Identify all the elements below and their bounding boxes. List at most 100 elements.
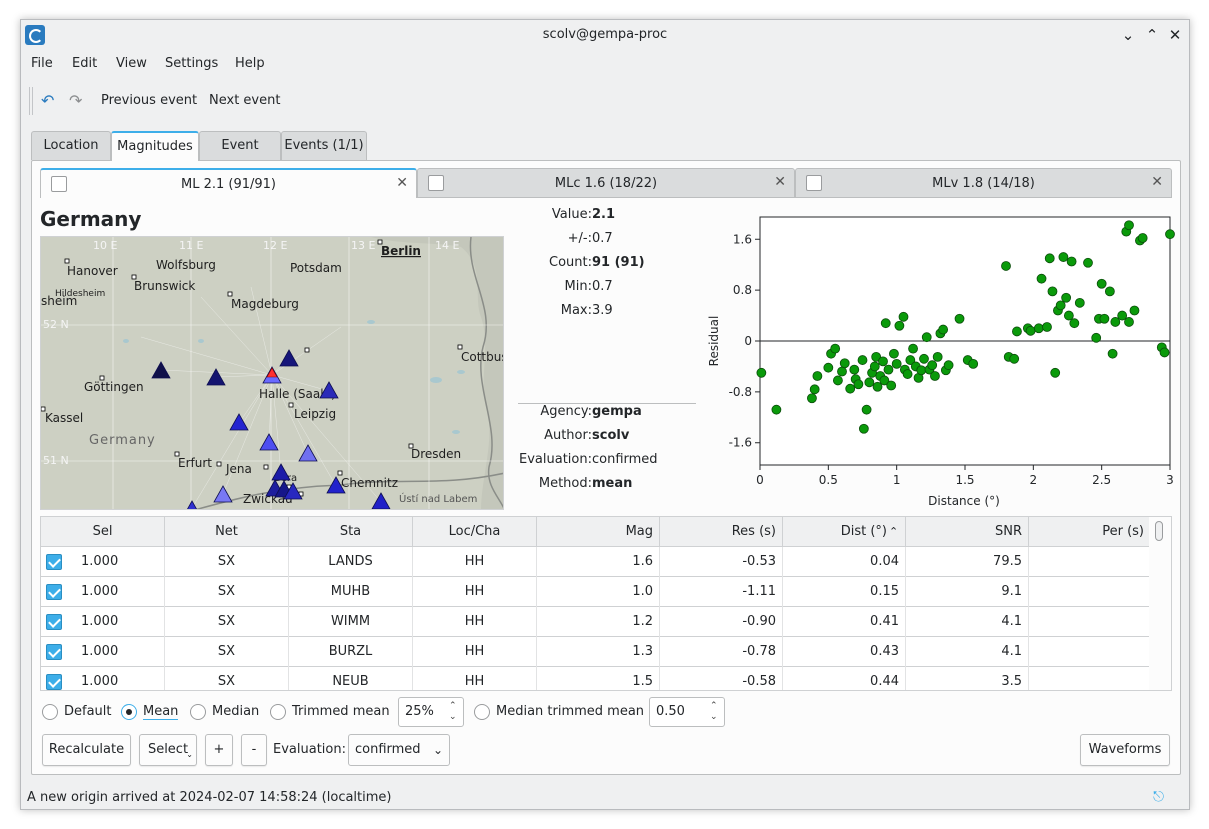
residual-point[interactable] (1042, 322, 1052, 332)
residual-point[interactable] (943, 360, 954, 371)
spin-up-icon[interactable]: ⌃ (710, 702, 720, 711)
col-net[interactable]: Net (165, 517, 289, 547)
residual-point[interactable] (1047, 286, 1058, 297)
residual-point[interactable] (1124, 317, 1134, 327)
residual-point[interactable] (849, 364, 860, 375)
residual-point[interactable] (1033, 323, 1044, 334)
col-res[interactable]: Res (s) (660, 517, 783, 547)
tab-mlv[interactable]: MLv 1.8 (14/18) ✕ (795, 168, 1172, 198)
residual-point[interactable] (883, 364, 894, 375)
radio-median-label[interactable]: Median (212, 704, 259, 719)
add-button[interactable]: + (205, 734, 233, 766)
trimmed-percent-spinbox[interactable]: 25% ⌃ ⌄ (398, 697, 464, 727)
residual-point[interactable] (894, 320, 905, 331)
residual-point[interactable] (1061, 292, 1072, 303)
residual-point[interactable] (919, 353, 929, 364)
residual-point[interactable] (880, 318, 891, 329)
residual-point[interactable] (771, 404, 782, 415)
residual-point[interactable] (891, 358, 902, 369)
residual-point[interactable] (921, 332, 932, 343)
table-row[interactable]: 1.000 SX BURZL HH 1.3 -0.78 0.43 4.1 (41, 637, 1151, 667)
cell-sel[interactable]: 1.000 (41, 667, 165, 690)
previous-event-button[interactable]: Previous event (101, 93, 197, 108)
residual-point[interactable] (1104, 286, 1115, 297)
radio-mean[interactable] (121, 704, 137, 720)
residual-point[interactable] (1009, 353, 1020, 364)
residual-point[interactable] (1044, 253, 1055, 264)
radio-default-label[interactable]: Default (64, 704, 112, 719)
tab-event[interactable]: Event (199, 131, 281, 160)
row-checkbox[interactable] (46, 584, 62, 600)
table-row[interactable]: 1.000 SX LANDS HH 1.6 -0.53 0.04 79.5 (41, 547, 1151, 577)
recalculate-button[interactable]: Recalculate (42, 734, 131, 766)
residual-point[interactable] (878, 356, 888, 367)
residual-point[interactable] (864, 377, 875, 388)
residual-point[interactable] (1124, 220, 1134, 231)
residual-point[interactable] (1129, 305, 1140, 316)
maximize-icon[interactable]: ⌃ (1141, 24, 1163, 46)
spin-down-icon[interactable]: ⌄ (710, 713, 720, 722)
radio-trimmed-mean[interactable] (270, 704, 286, 720)
spin-down-icon[interactable]: ⌄ (449, 713, 459, 722)
table-row[interactable]: 1.000 SX MUHB HH 1.0 -1.11 0.15 9.1 (41, 577, 1151, 607)
spin-up-icon[interactable]: ⌃ (449, 702, 459, 711)
cell-sel[interactable]: 1.000 (41, 547, 165, 577)
radio-mean-label[interactable]: Mean (143, 704, 179, 720)
residual-point[interactable] (869, 361, 880, 372)
residual-point[interactable] (1036, 273, 1047, 284)
table-scrollbar-thumb[interactable] (1155, 521, 1163, 541)
cell-sel[interactable]: 1.000 (41, 577, 165, 607)
cell-sel[interactable]: 1.000 (41, 637, 165, 667)
residual-point[interactable] (1063, 310, 1074, 321)
residual-point[interactable] (1069, 318, 1080, 329)
close-tab-mlv-icon[interactable]: ✕ (1151, 174, 1163, 190)
radio-median-trimmed-mean[interactable] (474, 704, 490, 720)
residual-point[interactable] (886, 380, 897, 391)
residual-point[interactable] (756, 367, 767, 378)
close-window-icon[interactable]: ✕ (1164, 24, 1186, 46)
tab-magnitudes[interactable]: Magnitudes (111, 131, 199, 161)
residual-point[interactable] (853, 379, 864, 390)
residual-point[interactable] (1058, 252, 1069, 262)
median-trimmed-spinbox[interactable]: 0.50 ⌃ ⌄ (649, 697, 725, 727)
residual-point[interactable] (839, 358, 850, 369)
evaluation-select[interactable]: confirmed ⌄ (348, 734, 450, 766)
residual-point[interactable] (1091, 332, 1102, 343)
col-dist[interactable]: Dist (°) (783, 517, 906, 547)
residual-point[interactable] (837, 366, 847, 377)
tab-mlc-checkbox[interactable] (428, 175, 444, 191)
row-checkbox[interactable] (46, 674, 62, 690)
residual-point[interactable] (832, 375, 843, 386)
toolbar-grip[interactable] (29, 87, 33, 115)
radio-trimmed-mean-label[interactable]: Trimmed mean (292, 704, 390, 719)
previous-arrow-icon[interactable]: ↶ (41, 93, 61, 109)
col-snr[interactable]: SNR (906, 517, 1029, 547)
residual-point[interactable] (954, 313, 965, 324)
residual-point[interactable] (1137, 233, 1148, 243)
tab-mlc[interactable]: MLc 1.6 (18/22) ✕ (417, 168, 795, 198)
residual-point[interactable] (1159, 347, 1170, 358)
residual-point[interactable] (1107, 348, 1118, 359)
residual-point[interactable] (968, 358, 979, 369)
residual-point[interactable] (830, 343, 841, 354)
residual-point[interactable] (902, 369, 913, 379)
residual-point[interactable] (861, 404, 872, 415)
residual-point[interactable] (916, 365, 927, 376)
residual-plot[interactable]: 1.6 0.8 0 -0.8 -1.6 0 0.5 1 1.5 2 2.5 3 Distance (… (702, 207, 1177, 517)
residual-point[interactable] (1012, 326, 1022, 337)
table-row[interactable]: 1.000 SX NEUB HH 1.5 -0.58 0.44 3.5 (41, 667, 1151, 690)
row-checkbox[interactable] (46, 554, 62, 570)
residual-point[interactable] (930, 371, 940, 381)
station-map[interactable]: 10 E 11 E 12 E 13 E 14 E 52 N 51 N Germa… (40, 236, 504, 510)
residual-point[interactable] (1050, 367, 1061, 378)
row-checkbox[interactable] (46, 644, 62, 660)
close-tab-ml-icon[interactable]: ✕ (396, 175, 408, 191)
residual-point[interactable] (1165, 229, 1175, 240)
residual-point[interactable] (1074, 297, 1085, 308)
waveforms-button[interactable]: Waveforms (1080, 734, 1170, 766)
residual-point[interactable] (908, 343, 918, 354)
residual-point[interactable] (898, 311, 909, 322)
cell-sel[interactable]: 1.000 (41, 607, 165, 637)
table-scrollbar[interactable] (1149, 517, 1171, 690)
residual-point[interactable] (1001, 261, 1011, 271)
